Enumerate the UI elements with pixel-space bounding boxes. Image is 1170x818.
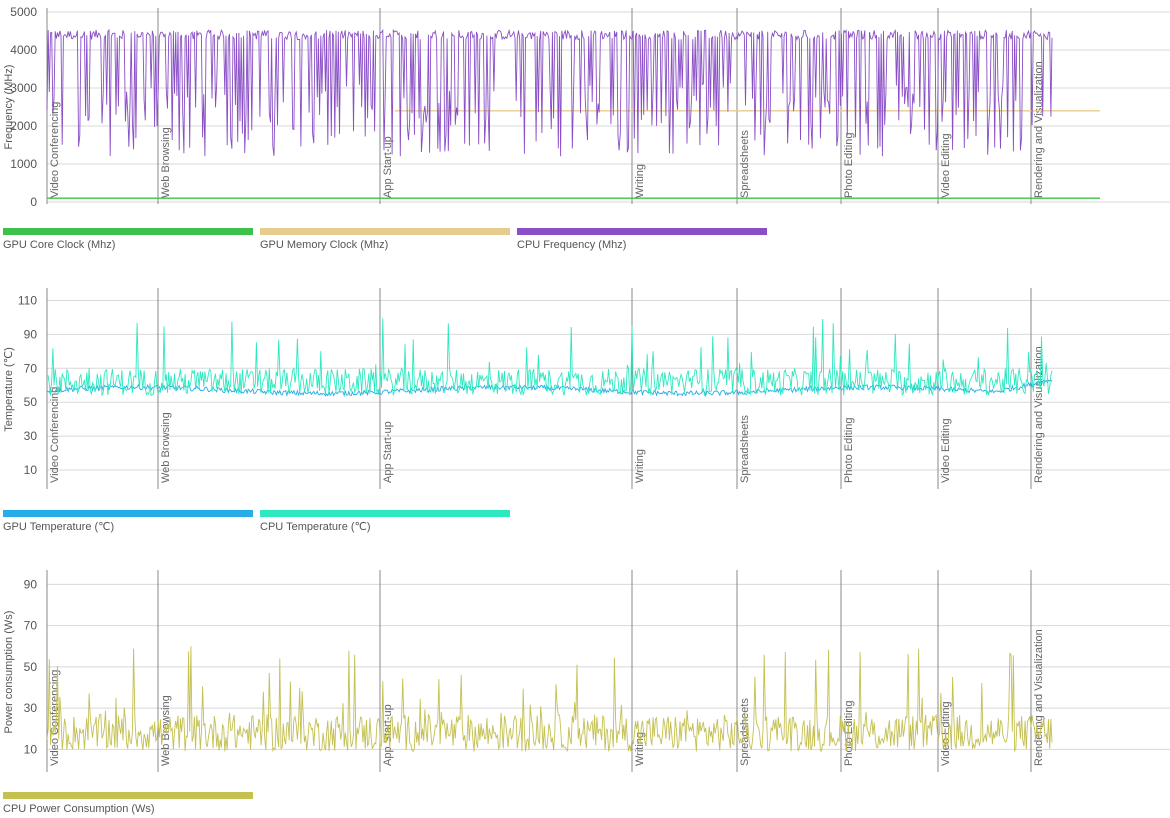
legend-label: CPU Temperature (℃) bbox=[260, 521, 371, 533]
legend-swatch bbox=[260, 510, 510, 517]
legend-swatch bbox=[517, 228, 767, 235]
chart-panel-2: 1030507090Power consumption (Ws) Video Co… bbox=[3, 570, 1170, 815]
y-tick-label: 90 bbox=[24, 327, 38, 341]
y-axis-label: Temperature (℃) bbox=[3, 347, 15, 432]
legend-swatch bbox=[3, 228, 253, 235]
series-line bbox=[46, 28, 1053, 157]
segment-label: Writing bbox=[634, 449, 646, 483]
chart-panel-1: 10 30 50 70 90 110 Temperature (℃) Video Confer… bbox=[3, 288, 1170, 533]
legend-swatch bbox=[3, 510, 253, 517]
segment-label: Spreadsheets bbox=[739, 415, 751, 483]
legend-label: GPU Temperature (℃) bbox=[3, 521, 114, 533]
y-tick-label: 30 bbox=[24, 429, 38, 443]
segment-label: Video Conferencing bbox=[49, 387, 61, 483]
segment-label: Photo Editing bbox=[843, 418, 855, 483]
segment-label: App Start-up bbox=[382, 421, 394, 483]
segment-label: Video Conferencing bbox=[49, 102, 61, 198]
legend-swatch bbox=[260, 228, 510, 235]
y-tick-label: 50 bbox=[24, 395, 38, 409]
legend-label: CPU Frequency (Mhz) bbox=[517, 239, 626, 251]
y-tick-label: 70 bbox=[24, 361, 38, 375]
y-tick-label: 1000 bbox=[10, 157, 37, 171]
segment-label: Spreadsheets bbox=[739, 698, 751, 766]
series-line bbox=[46, 646, 1053, 753]
chart-panel-0: 010002000300040005000Frequency (MHz) Vide… bbox=[3, 5, 1170, 251]
y-axis-label: Power consumption (Ws) bbox=[3, 611, 15, 734]
chart-stage: 010002000300040005000Frequency (MHz) Vide… bbox=[3, 5, 1170, 815]
y-tick-label: 50 bbox=[24, 660, 38, 674]
segment-label: Web Browsing bbox=[160, 412, 172, 483]
legend-label: GPU Core Clock (Mhz) bbox=[3, 239, 115, 251]
segment-label: Rendering and Visualization bbox=[1033, 629, 1045, 766]
y-tick-label: 70 bbox=[24, 619, 38, 633]
y-tick-label: 10 bbox=[24, 742, 38, 756]
segment-label: Web Browsing bbox=[160, 127, 172, 198]
legend-label: GPU Memory Clock (Mhz) bbox=[260, 239, 388, 251]
y-tick-label: 90 bbox=[24, 577, 38, 591]
segment-label: Photo Editing bbox=[843, 133, 855, 198]
y-tick-label: 110 bbox=[18, 293, 37, 307]
series-line bbox=[46, 318, 1053, 397]
segment-label: Rendering and Visualization bbox=[1033, 346, 1045, 483]
y-tick-label: 10 bbox=[24, 463, 38, 477]
legend-swatch bbox=[3, 792, 253, 799]
segment-label: Video Editing bbox=[940, 133, 952, 198]
y-axis-label: Frequency (MHz) bbox=[3, 65, 15, 150]
legend-label: CPU Power Consumption (Ws) bbox=[3, 803, 155, 815]
y-tick-label: 5000 bbox=[10, 5, 37, 19]
segment-label: Spreadsheets bbox=[739, 130, 751, 198]
y-tick-label: 0 bbox=[30, 195, 37, 209]
y-tick-label: 30 bbox=[24, 701, 38, 715]
segment-label: Writing bbox=[634, 164, 646, 198]
y-tick-label: 4000 bbox=[10, 43, 37, 57]
segment-label: Video Editing bbox=[940, 418, 952, 483]
